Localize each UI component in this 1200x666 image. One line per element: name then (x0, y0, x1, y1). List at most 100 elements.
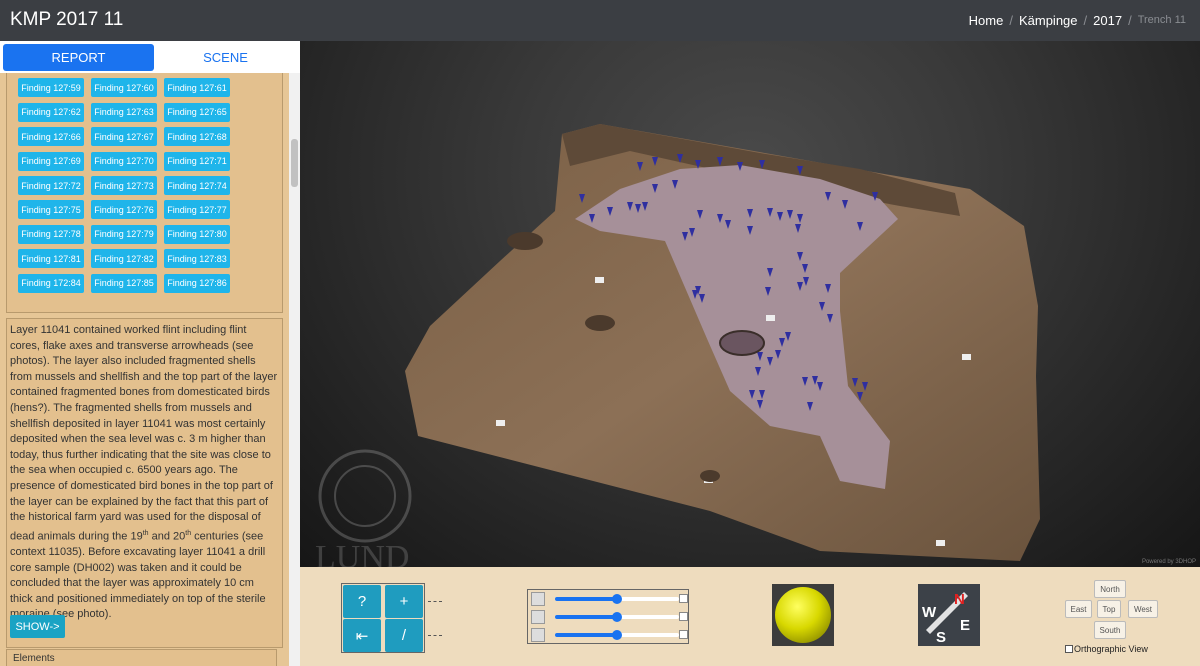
view-north-button[interactable]: North (1094, 580, 1126, 598)
finding-button[interactable]: Finding 127:71 (164, 151, 230, 171)
context-description: Layer 11041 contained worked flint inclu… (10, 324, 278, 621)
breadcrumb-separator: / (1128, 13, 1132, 28)
finding-button[interactable]: Finding 172:84 (18, 273, 84, 293)
divider (428, 635, 442, 636)
slider-knob[interactable] (612, 630, 622, 640)
sidebar-tabs: REPORT SCENE (0, 41, 300, 73)
finding-button[interactable]: Finding 127:83 (164, 249, 230, 269)
finding-button[interactable]: Finding 127:73 (91, 176, 157, 195)
slider-fill (555, 597, 617, 601)
viewer-toolbar: ? + ⇤ / N W S E North East Top West Sout… (300, 567, 1200, 666)
measure-button[interactable]: / (385, 619, 423, 652)
finding-button[interactable]: Finding 127:80 (164, 224, 230, 244)
orthographic-toggle[interactable]: Orthographic View (1065, 644, 1148, 654)
layer-slider-row (528, 590, 690, 608)
finding-button[interactable]: Finding 127:82 (91, 249, 157, 269)
finding-button[interactable]: Finding 127:68 (164, 127, 230, 147)
cube-icon (531, 610, 545, 624)
finding-button[interactable]: Finding 127:75 (18, 200, 84, 220)
finding-button[interactable]: Finding 127:81 (18, 249, 84, 269)
finding-button[interactable]: Finding 127:67 (91, 127, 157, 147)
show-button[interactable]: SHOW-> (10, 615, 65, 638)
university-watermark: LUND (315, 539, 409, 567)
pit-feature (719, 330, 765, 356)
slider-knob[interactable] (612, 612, 622, 622)
compass-south: S (936, 629, 946, 646)
app-title: KMP 2017 11 (10, 9, 124, 30)
photo-marker (936, 540, 945, 546)
finding-button[interactable]: Finding 127:65 (164, 102, 230, 122)
powered-by: Powered by 3DHOP (1141, 559, 1196, 565)
tab-scene[interactable]: SCENE (154, 44, 297, 71)
slider-fill (555, 633, 617, 637)
pit-feature (585, 315, 615, 331)
3d-viewport[interactable]: LUND Powered by 3DHOP (300, 41, 1200, 567)
breadcrumb-current: Trench 11 (1137, 14, 1186, 26)
pick-point-button[interactable]: + (385, 585, 423, 618)
photo-marker (595, 277, 604, 283)
finding-button[interactable]: Finding 127:63 (91, 102, 157, 122)
compass-widget[interactable]: N W S E (918, 584, 980, 646)
report-sidebar: Finding 127:56Finding 127:57Finding 127:… (0, 41, 300, 666)
sidebar-scroll-thumb[interactable] (291, 139, 298, 187)
orthographic-label: Orthographic View (1074, 644, 1148, 654)
light-control[interactable] (772, 584, 834, 646)
finding-button[interactable]: Finding 127:77 (164, 200, 230, 220)
finding-button[interactable]: Finding 127:59 (18, 78, 84, 98)
finding-button[interactable]: Finding 127:72 (18, 176, 84, 195)
context-description-panel: Layer 11041 contained worked flint inclu… (6, 318, 283, 648)
finding-button[interactable]: Finding 127:66 (18, 127, 84, 147)
photo-marker (766, 315, 775, 321)
light-sphere-icon[interactable] (775, 587, 831, 643)
visibility-checkbox[interactable] (679, 630, 688, 639)
breadcrumb: Home / Kämpinge / 2017 / Trench 11 (969, 13, 1186, 28)
compass-icon: N W S E (922, 591, 970, 646)
orthographic-checkbox[interactable] (1065, 645, 1073, 653)
compass-west: W (922, 604, 937, 621)
top-bar: KMP 2017 11 Home / Kämpinge / 2017 / Tre… (0, 0, 1200, 41)
finding-button[interactable]: Finding 127:78 (18, 224, 84, 244)
breadcrumb-year[interactable]: 2017 (1093, 13, 1122, 28)
photo-marker (962, 354, 971, 360)
view-east-button[interactable]: East (1065, 600, 1092, 618)
visibility-checkbox[interactable] (679, 612, 688, 621)
opacity-slider[interactable] (555, 612, 679, 622)
slider-knob[interactable] (612, 594, 622, 604)
divider (428, 601, 442, 602)
finding-button[interactable]: Finding 127:70 (91, 151, 157, 171)
trench-model[interactable]: LUND (300, 41, 1200, 567)
breadcrumb-home[interactable]: Home (969, 13, 1004, 28)
finding-button[interactable]: Finding 127:60 (91, 78, 157, 98)
opacity-slider[interactable] (555, 594, 679, 604)
breadcrumb-separator: / (1083, 13, 1088, 28)
help-button[interactable]: ? (343, 585, 381, 618)
finding-button[interactable]: Finding 127:61 (164, 78, 230, 98)
tab-report[interactable]: REPORT (3, 44, 154, 71)
photo-marker (496, 420, 505, 426)
finding-button[interactable]: Finding 127:62 (18, 102, 84, 122)
opacity-slider[interactable] (555, 630, 679, 640)
layer-slider-row (528, 626, 690, 644)
home-view-button[interactable]: ⇤ (343, 619, 381, 652)
cube-icon (531, 592, 545, 606)
cube-icon (531, 628, 545, 642)
view-west-button[interactable]: West (1128, 600, 1158, 618)
visibility-checkbox[interactable] (679, 594, 688, 603)
elements-header[interactable]: Elements (6, 649, 277, 666)
compass-east: E (960, 617, 970, 634)
breadcrumb-site[interactable]: Kämpinge (1019, 13, 1078, 28)
findings-panel: Finding 127:56Finding 127:57Finding 127:… (6, 67, 283, 313)
layer-slider-row (528, 608, 690, 626)
slider-fill (555, 615, 617, 619)
compass-north: N (954, 591, 965, 608)
finding-button[interactable]: Finding 127:85 (91, 273, 157, 293)
finding-button[interactable]: Finding 127:74 (164, 176, 230, 195)
finding-button[interactable]: Finding 127:76 (91, 200, 157, 220)
finding-button[interactable]: Finding 127:69 (18, 151, 84, 171)
finding-button[interactable]: Finding 127:86 (164, 273, 230, 293)
view-south-button[interactable]: South (1094, 621, 1126, 639)
pit-feature (507, 232, 543, 250)
view-top-button[interactable]: Top (1097, 600, 1121, 618)
finding-button[interactable]: Finding 127:79 (91, 224, 157, 244)
university-seal (318, 449, 412, 543)
